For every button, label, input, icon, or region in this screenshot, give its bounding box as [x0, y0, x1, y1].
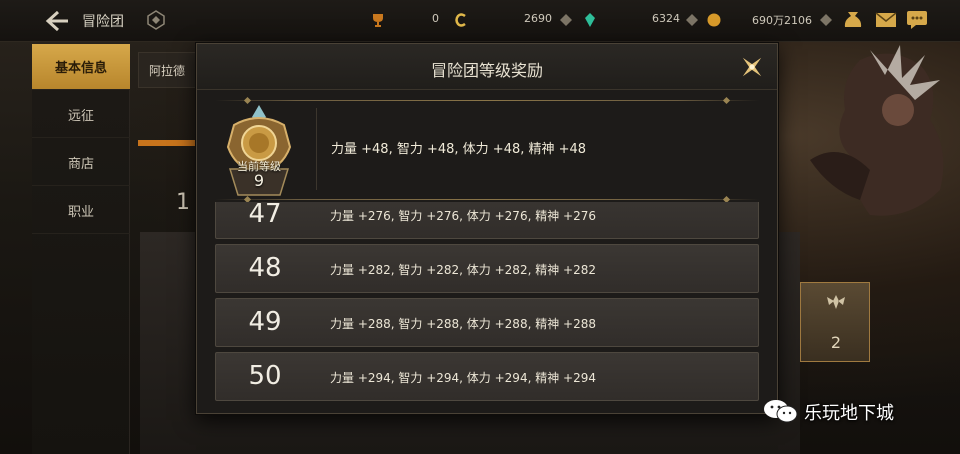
crystal-icon	[585, 13, 595, 27]
panel-separator	[316, 108, 317, 190]
sidebar-item-expedition[interactable]: 远征	[32, 92, 130, 138]
back-arrow-icon[interactable]	[44, 8, 70, 34]
diamond-sep-icon	[820, 14, 832, 26]
reward-level: 50	[248, 361, 282, 391]
sidebar-item-basic-info[interactable]: 基本信息	[32, 44, 130, 90]
background-number: 1	[176, 190, 190, 215]
trophy-value: 0	[432, 12, 439, 25]
crystal-value: 6324	[652, 12, 680, 25]
divider-top	[215, 100, 759, 101]
hero-artwork	[810, 45, 944, 216]
chat-icon[interactable]	[906, 10, 928, 30]
reward-stats: 力量 +282, 智力 +282, 体力 +282, 精神 +282	[330, 263, 596, 277]
divider-bottom	[215, 199, 759, 200]
wings-icon	[827, 295, 845, 309]
diamond-sep-icon	[686, 14, 698, 26]
exp-bar	[138, 140, 198, 146]
watermark-text: 乐玩地下城	[804, 403, 894, 424]
rank-card-value: 2	[830, 333, 842, 352]
reward-list[interactable]: 47 力量 +276, 智力 +276, 体力 +276, 精神 +276 48…	[215, 202, 759, 404]
reward-row: 49 力量 +288, 智力 +288, 体力 +288, 精神 +288	[215, 298, 759, 347]
coin-value: 2690	[524, 12, 552, 25]
gold-value: 690万2106	[752, 14, 812, 27]
current-level-value: 9	[253, 171, 265, 190]
watermark: 乐玩地下城	[762, 396, 952, 426]
close-icon[interactable]	[737, 52, 767, 82]
reward-stats: 力量 +294, 智力 +294, 体力 +294, 精神 +294	[330, 371, 596, 385]
diamond-sep-icon	[560, 14, 572, 26]
reward-row: 48 力量 +282, 智力 +282, 体力 +282, 精神 +282	[215, 244, 759, 293]
reward-stats: 力量 +288, 智力 +288, 体力 +288, 精神 +288	[330, 317, 596, 331]
reward-row: 50 力量 +294, 智力 +294, 体力 +294, 精神 +294	[215, 352, 759, 401]
reward-level: 47	[248, 202, 282, 229]
reward-level: 48	[248, 253, 282, 283]
sidebar: 基本信息 远征 商店 职业	[32, 44, 130, 454]
coin-c-icon	[455, 13, 466, 27]
app-title: 冒险团	[82, 14, 124, 30]
sidebar-item-class[interactable]: 职业	[32, 188, 130, 234]
current-level-stats: 力量 +48, 智力 +48, 体力 +48, 精神 +48	[331, 142, 587, 157]
trophy-icon	[373, 14, 383, 27]
money-bag-icon[interactable]	[842, 9, 864, 31]
top-bar: 冒险团 0 2690 6324 690万2106	[0, 0, 960, 42]
adventure-badge-icon[interactable]	[146, 10, 166, 30]
current-level-panel: 当前等级 9 力量 +48, 智力 +48, 体力 +48, 精神 +48	[215, 100, 759, 200]
mail-icon[interactable]	[875, 11, 897, 29]
dialog-header: 冒险团等级奖励	[197, 44, 777, 90]
gold-icon	[707, 13, 721, 27]
wechat-icon	[764, 400, 798, 423]
reward-level: 49	[248, 307, 282, 337]
reward-row: 47 力量 +276, 智力 +276, 体力 +276, 精神 +276	[215, 202, 759, 239]
sidebar-item-shop[interactable]: 商店	[32, 140, 130, 186]
reward-stats: 力量 +276, 智力 +276, 体力 +276, 精神 +276	[330, 209, 596, 223]
dialog-title: 冒险团等级奖励	[430, 61, 543, 80]
rank-card[interactable]: 2	[800, 282, 870, 362]
level-rewards-dialog: 冒险团等级奖励 当前等级 9 力量 +48, 智力 +48, 体力 +48, 精…	[196, 43, 778, 414]
